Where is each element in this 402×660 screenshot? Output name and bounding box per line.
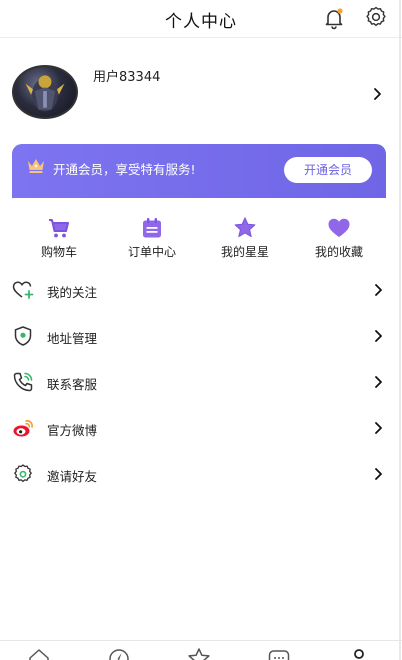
chevron-right-icon[interactable]	[370, 87, 384, 101]
cart-icon	[49, 219, 69, 238]
crown-icon	[28, 159, 44, 173]
gear-icon[interactable]	[364, 5, 388, 29]
vip-promo-text: 开通会员，享受特有服务!	[53, 162, 196, 177]
menu-item-invite[interactable]: 邀请好友	[0, 452, 402, 498]
calendar-icon	[143, 218, 161, 238]
menu-item-customer-service[interactable]: 联系客服	[0, 360, 402, 406]
phone-icon	[13, 372, 33, 392]
quick-item-label: 我的星星	[220, 245, 269, 259]
heart-icon	[328, 218, 350, 237]
menu-item-weibo[interactable]: 官方微博	[0, 406, 402, 452]
menu-item-label: 邀请好友	[47, 469, 98, 484]
bottom-tab-bar	[0, 640, 402, 660]
tab-messages[interactable]	[267, 647, 291, 660]
avatar-image	[25, 75, 65, 112]
location-shield-icon	[14, 326, 32, 346]
menu-item-label: 联系客服	[47, 377, 98, 392]
screen-edge-divider	[399, 0, 401, 660]
quick-item-orders[interactable]: 订单中心	[112, 216, 192, 260]
top-bar: 个人中心	[0, 0, 402, 38]
profile-card[interactable]: 用户83344	[0, 39, 402, 139]
heart-plus-icon	[12, 281, 34, 299]
open-vip-button[interactable]: 开通会员	[284, 157, 372, 183]
quick-item-label: 订单中心	[127, 245, 176, 259]
message-icon	[268, 650, 290, 660]
username: 用户83344	[93, 70, 161, 85]
bell-icon[interactable]	[322, 6, 346, 30]
quick-item-stars[interactable]: 我的星星	[205, 216, 285, 260]
main-panel: 购物车 订单中心 我的星星 我的收藏 我的关注 地址管理 联系客服 官方微博 邀…	[0, 198, 402, 640]
chevron-right-icon	[375, 330, 382, 342]
tab-stars[interactable]	[187, 647, 211, 660]
menu-item-label: 地址管理	[47, 331, 98, 346]
menu-list: 我的关注 地址管理 联系客服 官方微博 邀请好友	[0, 268, 402, 498]
menu-item-address[interactable]: 地址管理	[0, 314, 402, 360]
quick-item-label: 我的收藏	[314, 245, 363, 259]
star-icon	[234, 217, 256, 238]
weibo-icon	[13, 420, 33, 437]
discover-icon	[109, 649, 129, 660]
tab-home[interactable]	[27, 647, 51, 660]
tab-profile[interactable]	[347, 647, 371, 660]
star-icon	[188, 648, 210, 660]
chevron-right-icon	[375, 376, 382, 388]
avatar[interactable]	[12, 65, 78, 119]
quick-item-cart[interactable]: 购物车	[19, 216, 99, 260]
quick-item-label: 购物车	[40, 245, 77, 259]
quick-item-favorites[interactable]: 我的收藏	[299, 216, 379, 260]
menu-item-label: 官方微博	[47, 423, 98, 438]
quick-actions: 购物车 订单中心 我的星星 我的收藏	[0, 216, 402, 266]
chevron-right-icon	[375, 284, 382, 296]
chevron-right-icon	[375, 468, 382, 480]
home-icon	[29, 649, 49, 660]
share-gear-icon	[14, 464, 32, 483]
tab-discover[interactable]	[107, 647, 131, 660]
profile-icon	[354, 649, 364, 659]
chevron-right-icon	[375, 422, 382, 434]
menu-item-label: 我的关注	[47, 285, 98, 300]
menu-item-following[interactable]: 我的关注	[0, 268, 402, 314]
